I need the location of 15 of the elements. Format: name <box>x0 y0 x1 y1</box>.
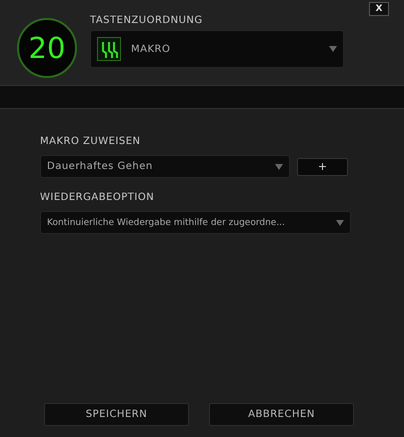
key-number: 20 <box>17 18 77 78</box>
section-label: WIEDERGABEOPTION <box>40 192 156 203</box>
macro-icon <box>97 37 121 61</box>
section-label: TASTENZUORDNUNG <box>90 15 204 26</box>
section-label: MAKRO ZUWEISEN <box>40 136 142 147</box>
caret-icon <box>336 220 344 226</box>
cancel-button[interactable]: ABBRECHEN <box>209 403 354 426</box>
playback-dropdown[interactable]: Kontinuierliche Wiedergabe mithilfe der zugeordne... <box>40 211 351 234</box>
assignment-dropdown[interactable]: MAKRO <box>90 30 344 68</box>
caret-icon <box>275 164 283 170</box>
caret-icon <box>329 46 337 52</box>
close-button[interactable]: X <box>369 2 389 16</box>
save-button[interactable]: SPEICHERN <box>44 403 189 426</box>
macro-dropdown[interactable]: Dauerhaftes Gehen <box>40 155 290 178</box>
add-button[interactable]: + <box>297 158 348 176</box>
